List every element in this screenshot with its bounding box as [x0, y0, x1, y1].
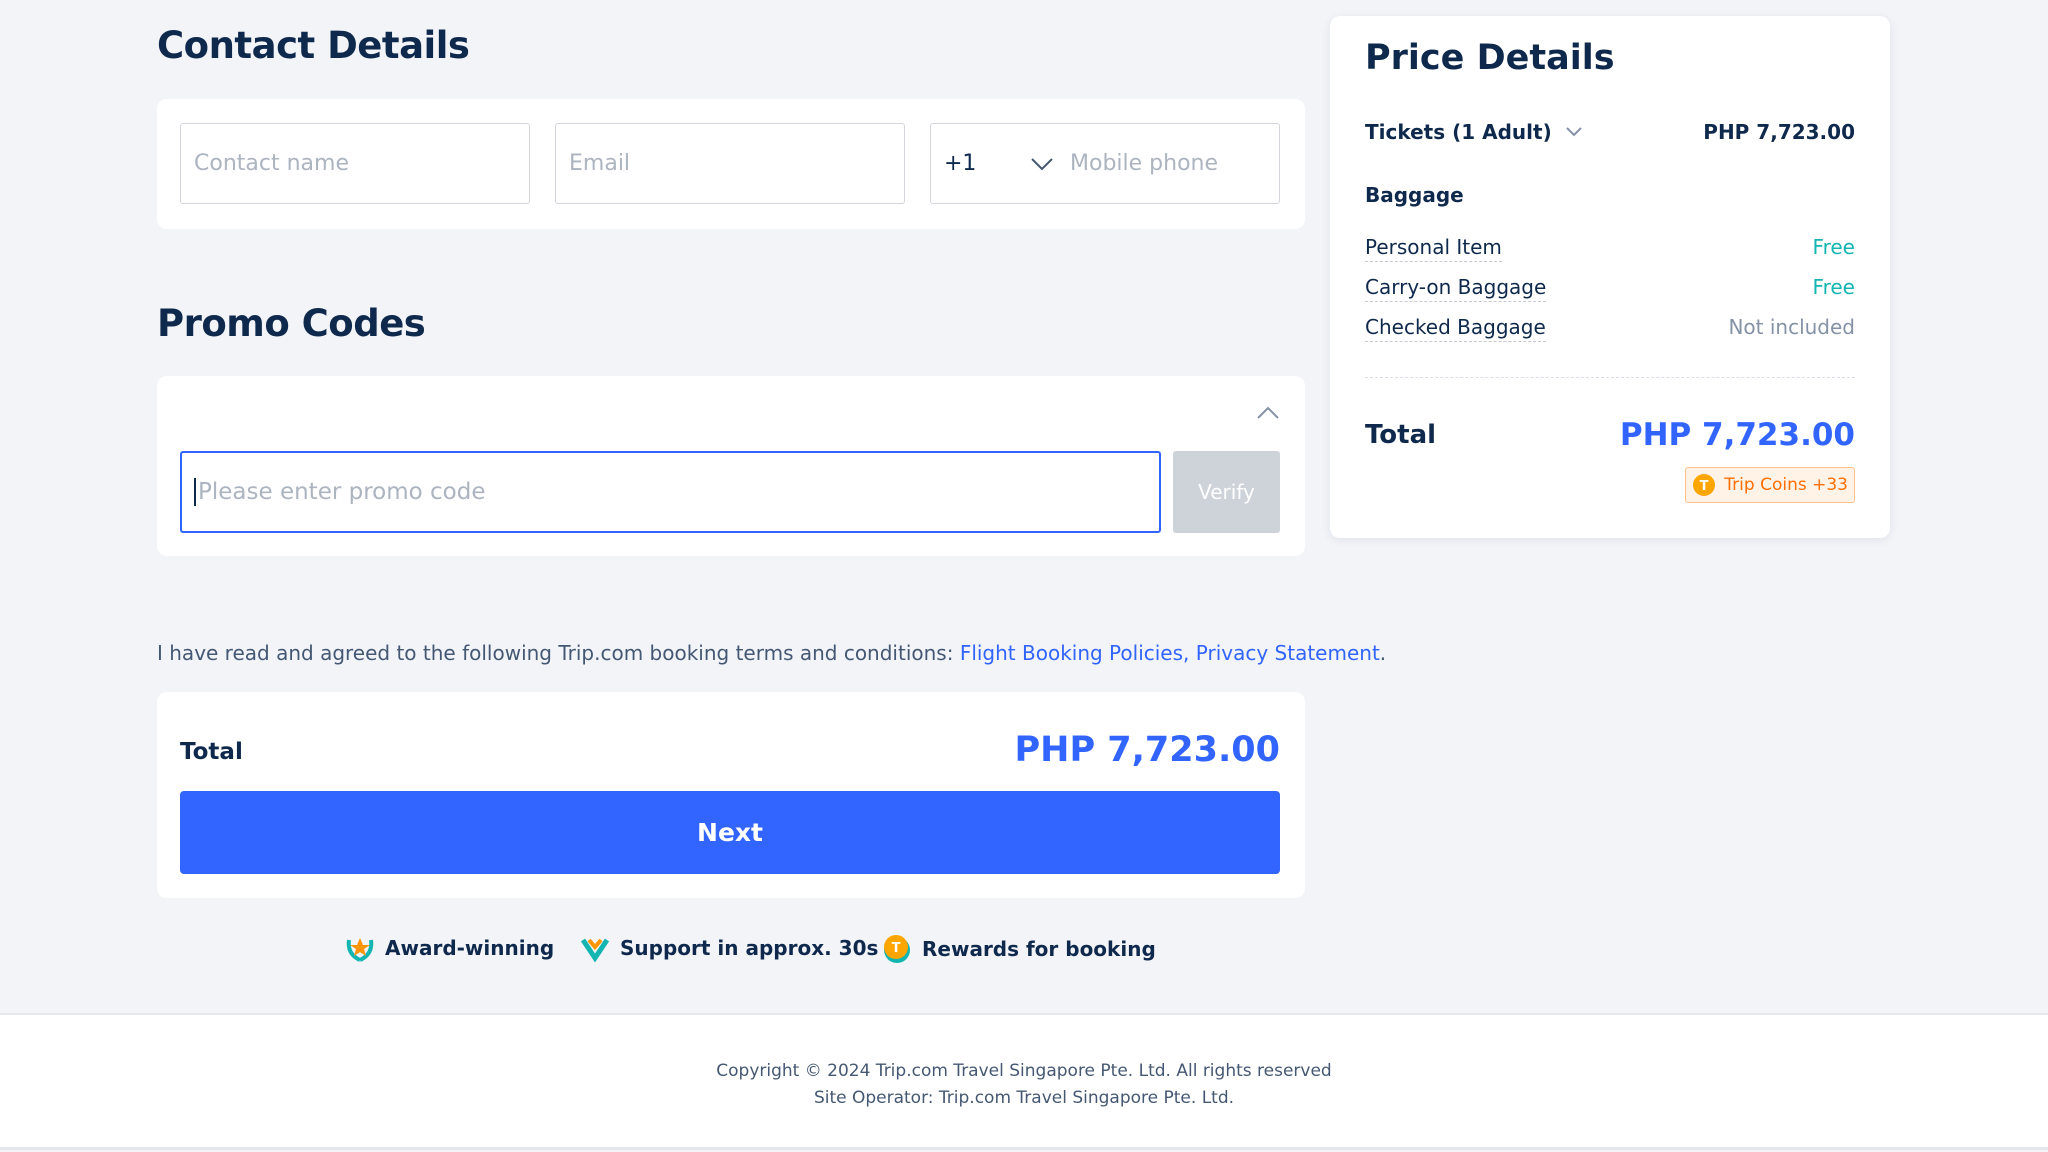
total-card: Total PHP 7,723.00 Next: [157, 692, 1305, 898]
coin-icon: T: [884, 935, 910, 963]
privacy-statement-link[interactable]: Privacy Statement: [1196, 641, 1380, 665]
tickets-toggle[interactable]: Tickets (1 Adult): [1365, 120, 1582, 144]
placeholder: Email: [569, 151, 631, 176]
flight-booking-policies-link[interactable]: Flight Booking Policies,: [960, 641, 1190, 665]
country-code-select[interactable]: +1: [944, 151, 1024, 176]
baggage-row: Carry-on Baggage Free: [1365, 275, 1855, 302]
baggage-row: Personal Item Free: [1365, 235, 1855, 262]
baggage-label[interactable]: Checked Baggage: [1365, 315, 1546, 342]
terms-label: I have read and agreed to the following …: [157, 641, 960, 665]
contact-card: Contact name Email +1 Mobile phone: [157, 99, 1305, 229]
contact-name-input[interactable]: Contact name: [180, 123, 530, 204]
footer: Copyright © 2024 Trip.com Travel Singapo…: [0, 1013, 2048, 1150]
chevron-up-icon[interactable]: [1256, 406, 1280, 420]
price-total-label: Total: [1365, 420, 1437, 450]
heart-check-icon: [580, 938, 610, 962]
trip-coins-text: Trip Coins +33: [1724, 475, 1848, 495]
operator-text: Site Operator: Trip.com Travel Singapore…: [813, 1088, 1235, 1108]
promo-card: Please enter promo code Verify: [157, 376, 1305, 556]
placeholder: Please enter promo code: [198, 479, 486, 505]
feature-label: Rewards for booking: [922, 937, 1156, 961]
feature-label: Support in approx. 30s: [620, 936, 879, 960]
placeholder: Contact name: [194, 151, 349, 176]
feature-support: Support in approx. 30s: [580, 934, 878, 962]
terms-text: I have read and agreed to the following …: [157, 641, 1386, 665]
total-label: Total: [180, 739, 243, 765]
verify-button[interactable]: Verify: [1173, 451, 1280, 533]
price-details-title: Price Details: [1365, 38, 1615, 78]
feature-rewards: T Rewards for booking: [882, 934, 1156, 964]
baggage-label[interactable]: Personal Item: [1365, 235, 1502, 262]
scrollbar[interactable]: [0, 1147, 2048, 1150]
tickets-amount: PHP 7,723.00: [1703, 120, 1855, 144]
email-input[interactable]: Email: [555, 123, 905, 204]
price-total-amount: PHP 7,723.00: [1619, 417, 1855, 453]
trip-coins-badge: T Trip Coins +33: [1685, 467, 1855, 503]
terms-end: .: [1379, 641, 1387, 665]
contact-details-title: Contact Details: [157, 24, 470, 67]
chevron-down-icon: [1566, 127, 1582, 137]
copyright-text: Copyright © 2024 Trip.com Travel Singapo…: [716, 1061, 1332, 1081]
laurel-star-icon: [346, 938, 374, 962]
phone-placeholder: Mobile phone: [1070, 151, 1219, 176]
svg-text:T: T: [1700, 479, 1709, 494]
baggage-value: Free: [1812, 235, 1855, 259]
promo-codes-title: Promo Codes: [157, 302, 426, 345]
chevron-down-icon[interactable]: [1030, 157, 1054, 171]
promo-code-input[interactable]: Please enter promo code: [180, 451, 1161, 533]
svg-text:T: T: [892, 941, 901, 956]
baggage-value: Free: [1812, 275, 1855, 299]
coin-icon: T: [1693, 474, 1716, 496]
feature-award: Award-winning: [345, 934, 554, 962]
next-button[interactable]: Next: [180, 791, 1280, 874]
price-details-card: Price Details Tickets (1 Adult) PHP 7,72…: [1330, 16, 1890, 538]
baggage-title: Baggage: [1365, 183, 1464, 207]
baggage-value: Not included: [1728, 315, 1855, 339]
feature-label: Award-winning: [385, 936, 555, 960]
baggage-label[interactable]: Carry-on Baggage: [1365, 275, 1547, 302]
baggage-row: Checked Baggage Not included: [1365, 315, 1855, 342]
phone-field[interactable]: +1 Mobile phone: [930, 123, 1280, 204]
total-amount: PHP 7,723.00: [1014, 730, 1281, 770]
divider: [1365, 377, 1855, 378]
tickets-label: Tickets (1 Adult): [1365, 120, 1552, 144]
